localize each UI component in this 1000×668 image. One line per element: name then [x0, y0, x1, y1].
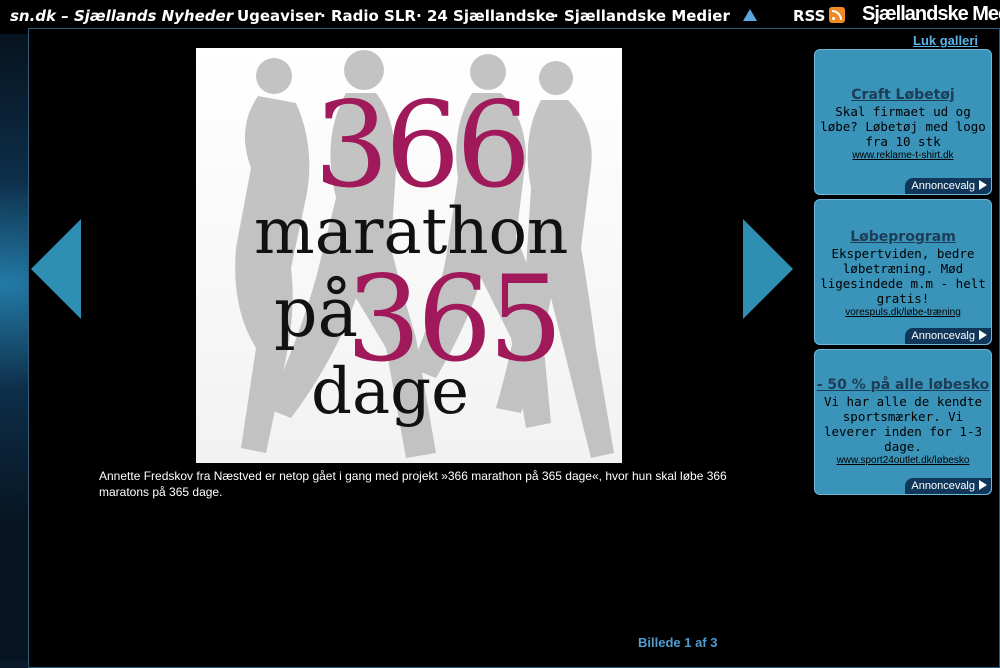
warning-icon[interactable] [743, 9, 757, 21]
ad-text: Ekspertviden, bedre løbetræning. Mød lig… [820, 246, 986, 306]
ad-craft-lobetoj[interactable]: Craft Løbetøj Skal firmaet ud og løbe? L… [814, 49, 992, 195]
gallery-image: 366 marathon på 365 dage [196, 48, 622, 463]
image-text-366: 366 [314, 76, 531, 214]
ad-choices-icon [979, 330, 987, 340]
ad-lobesko[interactable]: - 50 % på alle løbesko Vi har alle de ke… [814, 349, 992, 495]
nav-item-ugeaviser[interactable]: · Ugeaviser [226, 7, 322, 25]
nav-item-sjaellandske-medier[interactable]: · Sjællandske Medier [553, 7, 730, 25]
ad-url[interactable]: vorespuls.dk/løbe-træning [815, 307, 991, 318]
ad-title[interactable]: Løbeprogram [815, 229, 991, 246]
ad-choices-button[interactable]: Annoncevalg [905, 178, 991, 194]
nav-item-24-sjaellandske[interactable]: · 24 Sjællandske [416, 7, 555, 25]
ad-title[interactable]: - 50 % på alle løbesko [815, 377, 991, 394]
ad-lobeprogram[interactable]: Løbeprogram Ekspertviden, bedre løbetræn… [814, 199, 992, 345]
image-counter: Billede 1 af 3 [638, 635, 718, 650]
ad-title[interactable]: Craft Løbetøj [815, 87, 991, 104]
nav-item-radio-slr[interactable]: · Radio SLR [320, 7, 416, 25]
previous-arrow-icon[interactable] [31, 219, 81, 319]
ad-choices-icon [979, 180, 987, 190]
ad-choices-button[interactable]: Annoncevalg [905, 328, 991, 344]
image-text-dage: dage [311, 355, 469, 429]
ad-text: Vi har alle de kendte sportsmærker. Vi l… [823, 394, 983, 454]
site-link[interactable]: sn.dk – Sjællands Nyheder [10, 7, 233, 25]
next-arrow-icon[interactable] [743, 219, 793, 319]
brand-logo[interactable]: Sjællandske Medie [862, 3, 1000, 26]
image-caption: Annette Fredskov fra Næstved er netop gå… [99, 469, 727, 499]
ad-url[interactable]: www.sport24outlet.dk/løbesko [815, 455, 991, 466]
ad-choices-icon [979, 480, 987, 490]
close-gallery-link[interactable]: Luk galleri [913, 33, 978, 48]
ad-url[interactable]: www.reklame-t-shirt.dk [815, 150, 991, 161]
ad-choices-button[interactable]: Annoncevalg [905, 478, 991, 494]
rss-link[interactable]: RSS [793, 7, 846, 25]
ad-text: Skal firmaet ud og løbe? Løbetøj med log… [820, 104, 986, 149]
rss-icon [829, 7, 846, 23]
